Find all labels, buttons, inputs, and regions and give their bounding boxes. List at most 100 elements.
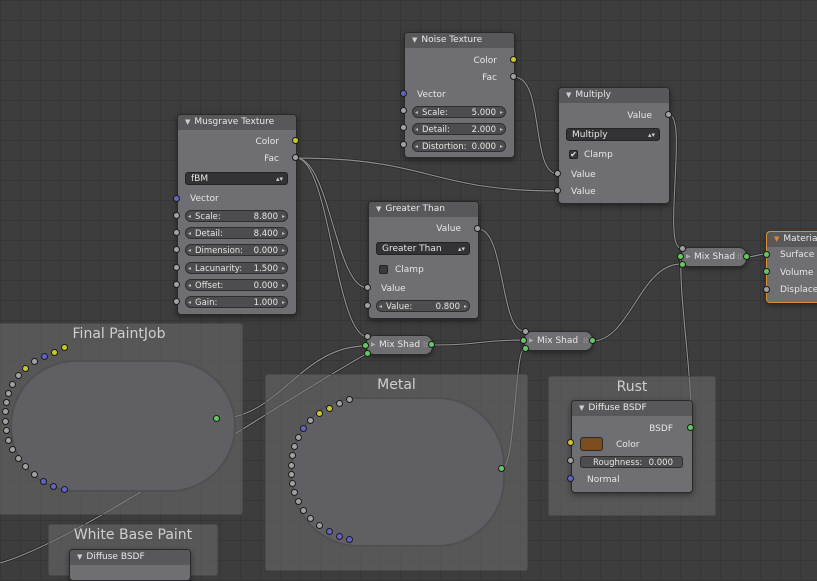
- socket[interactable]: [300, 425, 307, 432]
- musgrave-output-fac-socket[interactable]: [292, 154, 299, 161]
- socket[interactable]: [51, 349, 58, 356]
- socket[interactable]: [291, 489, 298, 496]
- socket[interactable]: [2, 418, 9, 425]
- mix1-fac-socket[interactable]: [364, 333, 371, 340]
- socket[interactable]: [300, 507, 307, 514]
- socket[interactable]: [15, 372, 22, 379]
- node-header[interactable]: ▼ Greater Than: [369, 202, 478, 217]
- node-multiply[interactable]: ▼ Multiply Value Multiply ▴▾ ✔ Clamp Value…: [558, 87, 670, 204]
- color-swatch[interactable]: [580, 437, 603, 451]
- socket[interactable]: [288, 471, 295, 478]
- socket[interactable]: [2, 408, 9, 415]
- musgrave-input-vector-socket[interactable]: [173, 195, 180, 202]
- material-volume-socket[interactable]: [763, 268, 770, 275]
- mix3-fac-socket[interactable]: [679, 245, 686, 252]
- socket[interactable]: [31, 471, 38, 478]
- noise-output-fac-socket[interactable]: [510, 73, 517, 80]
- node-diffuse-bsdf-rust[interactable]: ▼ Diffuse BSDF BSDF Color Roughness: 0.000…: [571, 400, 693, 493]
- socket[interactable]: [31, 358, 38, 365]
- socket[interactable]: [336, 400, 343, 407]
- socket[interactable]: [61, 344, 68, 351]
- detail-field[interactable]: ◂ Detail: 8.400 ▸: [185, 227, 288, 239]
- node-mix-shader-3[interactable]: ▶ Mix Shad ⁞⁞: [681, 247, 747, 267]
- socket[interactable]: [15, 455, 22, 462]
- node-header[interactable]: ▼ Material: [767, 232, 817, 247]
- mix1-shader-b-socket[interactable]: [364, 350, 371, 357]
- socket[interactable]: [3, 399, 10, 406]
- socket[interactable]: [289, 480, 296, 487]
- node-header[interactable]: ▼ Multiply: [559, 88, 669, 103]
- socket[interactable]: [5, 390, 12, 397]
- collapse-triangle-icon[interactable]: ▼: [566, 88, 571, 103]
- socket[interactable]: [307, 515, 314, 522]
- mix2-output-socket[interactable]: [589, 337, 596, 344]
- socket[interactable]: [346, 536, 353, 543]
- collapse-triangle-icon[interactable]: ▼: [579, 401, 584, 416]
- distortion-field[interactable]: ◂ Distortion: 0.000 ▸: [412, 140, 506, 152]
- frame-final-paintjob[interactable]: Final PaintJob: [0, 323, 243, 515]
- socket[interactable]: [295, 434, 302, 441]
- greater-than-output-socket[interactable]: [474, 225, 481, 232]
- socket[interactable]: [22, 463, 29, 470]
- collapse-triangle-icon[interactable]: ▶: [371, 341, 376, 348]
- musgrave-input-lacunarity-socket[interactable]: [173, 264, 180, 271]
- noise-input-vector-socket[interactable]: [400, 90, 407, 97]
- diffuse-rust-roughness-socket[interactable]: [567, 457, 574, 464]
- socket[interactable]: [9, 446, 16, 453]
- socket[interactable]: [3, 427, 10, 434]
- socket[interactable]: [307, 417, 314, 424]
- musgrave-input-offset-socket[interactable]: [173, 281, 180, 288]
- multiply-input-1-socket[interactable]: [554, 170, 561, 177]
- musgrave-type-dropdown[interactable]: fBM ▴▾: [185, 172, 288, 185]
- mix3-shader-a-socket[interactable]: [677, 253, 684, 260]
- roughness-field[interactable]: Roughness: 0.000: [580, 456, 683, 468]
- socket[interactable]: [326, 405, 333, 412]
- diffuse-rust-normal-socket[interactable]: [567, 475, 574, 482]
- greater-than-input-socket[interactable]: [364, 284, 371, 291]
- socket[interactable]: [336, 533, 343, 540]
- greater-than-value-socket[interactable]: [364, 302, 371, 309]
- noise-input-scale-socket[interactable]: [400, 107, 407, 114]
- mix2-shader-a-socket[interactable]: [520, 337, 527, 344]
- collapse-triangle-icon[interactable]: ▼: [185, 115, 190, 130]
- noise-input-detail-socket[interactable]: [400, 124, 407, 131]
- gain-field[interactable]: ◂ Gain: 1.000 ▸: [185, 296, 288, 308]
- mix3-output-socket[interactable]: [743, 253, 750, 260]
- lacunarity-field[interactable]: ◂ Lacunarity: 1.500 ▸: [185, 262, 288, 274]
- node-mix-shader-2[interactable]: ▶ Mix Shad ⁞⁞: [524, 331, 593, 351]
- operation-dropdown[interactable]: Greater Than ▴▾: [376, 242, 470, 255]
- node-noise-texture[interactable]: ▼ Noise Texture Color Fac Vector ◂ Scale: 5…: [404, 32, 515, 158]
- scale-field[interactable]: ◂ Scale: 5.000 ▸: [412, 106, 506, 118]
- socket[interactable]: [288, 462, 295, 469]
- node-header[interactable]: ▼ Diffuse BSDF: [572, 401, 692, 416]
- clamp-checkbox[interactable]: [379, 265, 388, 274]
- group-node-final-paintjob[interactable]: [10, 360, 236, 492]
- frame-metal[interactable]: Metal: [265, 374, 528, 571]
- node-musgrave-texture[interactable]: ▼ Musgrave Texture Color Fac fBM ▴▾ Vector…: [177, 114, 297, 315]
- socket[interactable]: [50, 483, 57, 490]
- mix2-shader-b-socket[interactable]: [522, 345, 529, 352]
- collapse-triangle-icon[interactable]: ▼: [376, 202, 381, 217]
- socket[interactable]: [22, 365, 29, 372]
- musgrave-input-scale-socket[interactable]: [173, 212, 180, 219]
- mix1-output-socket[interactable]: [428, 341, 435, 348]
- group-output-socket[interactable]: [498, 465, 505, 472]
- material-surface-socket[interactable]: [763, 251, 770, 258]
- node-header[interactable]: ▼ Musgrave Texture: [178, 115, 296, 130]
- node-mix-shader-1[interactable]: ▶ Mix Shad ⁞⁞: [366, 335, 433, 355]
- group-node-metal[interactable]: [291, 397, 505, 547]
- socket[interactable]: [316, 522, 323, 529]
- group-output-socket[interactable]: [213, 415, 220, 422]
- socket[interactable]: [61, 486, 68, 493]
- socket[interactable]: [295, 498, 302, 505]
- clamp-checkbox[interactable]: ✔: [569, 150, 578, 159]
- socket[interactable]: [291, 443, 298, 450]
- material-displacement-socket[interactable]: [763, 286, 770, 293]
- socket[interactable]: [289, 452, 296, 459]
- diffuse-rust-color-socket[interactable]: [567, 439, 574, 446]
- node-header[interactable]: ▼ Noise Texture: [405, 33, 514, 48]
- node-material-output[interactable]: ▼ Material Surface Volume Displacer: [766, 231, 817, 303]
- collapse-triangle-icon[interactable]: ▶: [686, 253, 691, 260]
- musgrave-output-color-socket[interactable]: [292, 137, 299, 144]
- socket[interactable]: [40, 478, 47, 485]
